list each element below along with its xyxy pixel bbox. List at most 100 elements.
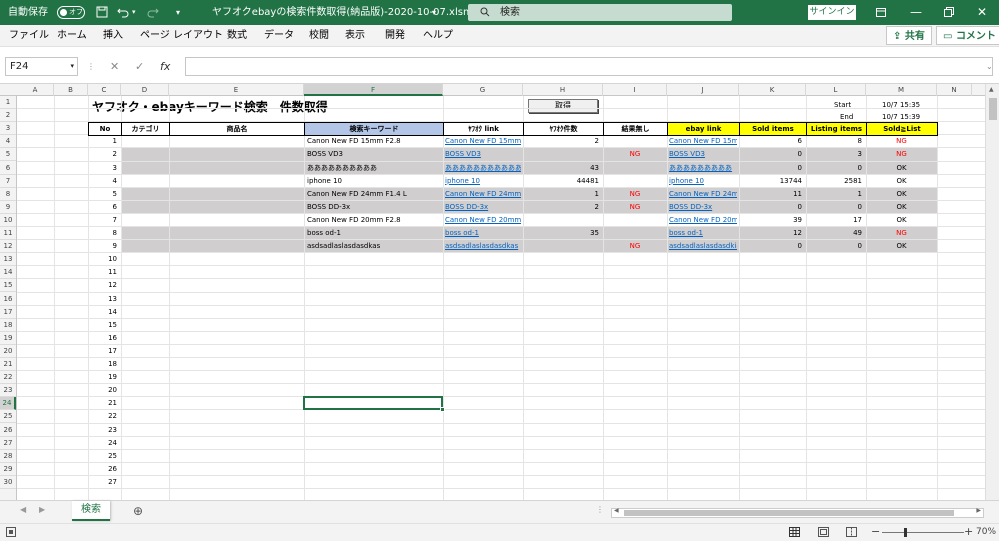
row-header-20[interactable]: 20: [0, 345, 16, 358]
zoom-slider-thumb[interactable]: [904, 528, 907, 537]
tab-page-layout[interactable]: ページ レイアウト: [140, 25, 223, 47]
column-header-G[interactable]: G: [443, 84, 523, 96]
enter-icon[interactable]: ✓: [135, 57, 144, 76]
ebay-link[interactable]: Canon New FD 24m: [669, 188, 737, 201]
ebay-link[interactable]: BOSS DD-3x: [669, 201, 737, 214]
cancel-icon[interactable]: ✕: [110, 57, 119, 76]
title-dropdown-icon[interactable]: ▾: [432, 0, 436, 25]
row-header-14[interactable]: 14: [0, 266, 16, 280]
row-header-3[interactable]: 3: [0, 122, 16, 136]
row-header-2[interactable]: 2: [0, 109, 16, 123]
tab-formulas[interactable]: 数式: [227, 25, 247, 47]
close-icon[interactable]: ✕: [977, 0, 987, 25]
row-header-10[interactable]: 10: [0, 214, 16, 227]
selected-cell[interactable]: [303, 396, 443, 411]
yafuoku-link[interactable]: Canon New FD 15mm: [445, 135, 521, 148]
row-header-16[interactable]: 16: [0, 293, 16, 306]
row-header-7[interactable]: 7: [0, 175, 16, 188]
row-header-30[interactable]: 30: [0, 476, 16, 489]
ribbon-display-icon[interactable]: [875, 0, 887, 25]
row-header-4[interactable]: 4: [0, 135, 16, 149]
insert-function-icon[interactable]: fx: [160, 57, 170, 76]
undo-icon[interactable]: [116, 0, 130, 25]
column-header-F[interactable]: F: [304, 84, 443, 96]
row-header-6[interactable]: 6: [0, 162, 16, 175]
tab-home[interactable]: ホーム: [57, 25, 87, 47]
scroll-left-icon[interactable]: ◀: [614, 507, 619, 514]
scroll-up-icon[interactable]: ▲: [989, 86, 994, 93]
row-header-1[interactable]: 1: [0, 96, 16, 110]
expand-formula-icon[interactable]: ⌄: [986, 57, 993, 76]
page-break-view-icon[interactable]: [846, 527, 857, 540]
row-header-26[interactable]: 26: [0, 424, 16, 437]
row-header-18[interactable]: 18: [0, 319, 16, 332]
tab-view[interactable]: 表示: [345, 25, 365, 47]
share-button[interactable]: ⇪ 共有: [886, 26, 932, 45]
column-header-D[interactable]: D: [121, 84, 169, 96]
restore-icon[interactable]: [943, 0, 955, 25]
tab-insert[interactable]: 挿入: [103, 25, 123, 47]
column-header-H[interactable]: H: [523, 84, 603, 96]
worksheet-grid[interactable]: ヤフオク・ebayキーワード検索 件数取得 取得 No カテゴリ 商品名 検索キーワー…: [17, 96, 985, 500]
row-header-19[interactable]: 19: [0, 332, 16, 345]
row-header-5[interactable]: 5: [0, 148, 16, 162]
zoom-out-icon[interactable]: −: [871, 525, 880, 538]
macro-record-icon[interactable]: [6, 527, 16, 540]
minimize-icon[interactable]: —: [910, 0, 922, 25]
signin-button[interactable]: サインイン: [808, 5, 856, 20]
yafuoku-link[interactable]: Canon New FD 20mm: [445, 214, 521, 227]
ebay-link[interactable]: Canon New FD 15m: [669, 135, 737, 148]
tab-file[interactable]: ファイル: [9, 25, 49, 47]
comment-button[interactable]: ▭ コメント: [936, 26, 999, 45]
zoom-slider[interactable]: [882, 528, 964, 537]
column-header-L[interactable]: L: [806, 84, 866, 96]
row-header-9[interactable]: 9: [0, 201, 16, 214]
search-box[interactable]: 検索: [468, 4, 732, 21]
column-header-B[interactable]: B: [54, 84, 88, 96]
tab-data[interactable]: データ: [264, 25, 294, 47]
yafuoku-link[interactable]: Canon New FD 24mm: [445, 188, 521, 201]
yafuoku-link[interactable]: ああああああああああああ: [445, 162, 521, 175]
column-header-K[interactable]: K: [739, 84, 806, 96]
zoom-level[interactable]: 70%: [976, 527, 996, 537]
zoom-in-icon[interactable]: +: [964, 525, 973, 538]
row-header-12[interactable]: 12: [0, 240, 16, 254]
tab-review[interactable]: 校閲: [309, 25, 329, 47]
page-layout-view-icon[interactable]: [818, 527, 829, 540]
scroll-thumb[interactable]: [989, 98, 997, 120]
tab-developer[interactable]: 開発: [385, 25, 405, 47]
column-header-A[interactable]: A: [17, 84, 54, 96]
ebay-link[interactable]: BOSS VD3: [669, 148, 737, 161]
ebay-link[interactable]: asdsadlaslasdasdkia: [669, 240, 737, 253]
horizontal-scrollbar[interactable]: ◀ ▶: [611, 507, 984, 518]
yafuoku-link[interactable]: BOSS VD3: [445, 148, 521, 161]
row-header-25[interactable]: 25: [0, 410, 16, 424]
get-button[interactable]: 取得: [528, 99, 598, 113]
row-header-11[interactable]: 11: [0, 227, 16, 241]
customize-qat-icon[interactable]: ▾: [176, 0, 180, 25]
column-header-J[interactable]: J: [667, 84, 739, 96]
row-header-24[interactable]: 24: [0, 397, 16, 411]
normal-view-icon[interactable]: [789, 527, 800, 540]
yafuoku-link[interactable]: BOSS DD-3x: [445, 201, 521, 214]
column-header-N[interactable]: N: [937, 84, 972, 96]
row-header-22[interactable]: 22: [0, 371, 16, 385]
formula-input[interactable]: [185, 57, 993, 76]
ebay-link[interactable]: Canon New FD 20m: [669, 214, 737, 227]
row-header-29[interactable]: 29: [0, 463, 16, 476]
column-header-E[interactable]: E: [169, 84, 304, 96]
name-box[interactable]: F24 ▾: [5, 57, 78, 76]
ebay-link[interactable]: boss od-1: [669, 227, 737, 240]
hscroll-thumb[interactable]: [624, 510, 954, 516]
sheet-tab-search[interactable]: 検索: [72, 501, 110, 521]
prev-sheet-icon[interactable]: ◀: [20, 505, 26, 514]
undo-dropdown-icon[interactable]: ▾: [132, 0, 136, 25]
yafuoku-link[interactable]: asdsadlaslasdasdkas: [445, 240, 521, 253]
next-sheet-icon[interactable]: ▶: [39, 505, 45, 514]
row-header-8[interactable]: 8: [0, 188, 16, 201]
ebay-link[interactable]: iphone 10: [669, 175, 737, 188]
row-header-17[interactable]: 17: [0, 306, 16, 319]
row-header-13[interactable]: 13: [0, 253, 16, 267]
vertical-scrollbar[interactable]: ▲: [985, 84, 999, 500]
row-header-28[interactable]: 28: [0, 450, 16, 463]
